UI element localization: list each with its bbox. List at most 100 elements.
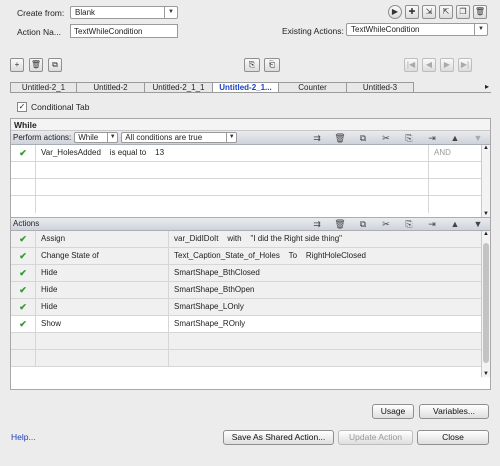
action-type: Assign [36, 231, 169, 247]
paste-tab-alt-icon[interactable]: ⎗ [264, 58, 280, 72]
action-row[interactable]: ✔ Hide SmartShape_BthOpen [11, 282, 481, 299]
chevron-down-icon: ▼ [107, 133, 117, 142]
tab-toolbar-center: ⎘ ⎗ [244, 58, 280, 72]
update-action-button[interactable]: Update Action [338, 430, 413, 445]
delete-row-icon[interactable]: 🗑 [334, 132, 346, 144]
insert-row-icon[interactable]: ⇉ [311, 218, 323, 230]
actions-grid: ✔ Assign var_DidIDoIt with "I did the Ri… [11, 231, 490, 377]
tab-toolbar-left: + 🗑 ⧉ [10, 58, 62, 72]
action-target: SmartShape_ROnly [174, 319, 246, 328]
copy-row-icon[interactable]: ⧉ [357, 218, 369, 230]
insert-below-icon[interactable]: ⇥ [426, 218, 438, 230]
save-shared-action-button[interactable]: Save As Shared Action... [223, 430, 334, 445]
existing-actions-label: Existing Actions: [282, 26, 344, 36]
scroll-up-icon[interactable]: ▲ [483, 231, 489, 237]
usage-button[interactable]: Usage [372, 404, 414, 419]
action-name-input[interactable]: TextWhileCondition [70, 24, 178, 38]
condition-row-empty[interactable] [11, 162, 481, 179]
tab-untitled-2-1-active[interactable]: Untitled-2_1... [212, 82, 278, 93]
create-from-label: Create from: [17, 8, 65, 18]
action-type: Hide [36, 299, 169, 315]
variables-button[interactable]: Variables... [419, 404, 489, 419]
move-down-icon[interactable]: ▼ [472, 218, 484, 230]
last-tab-icon[interactable]: ▶| [458, 58, 472, 72]
condition-row[interactable]: ✔ Var_HolesAdded is equal to 13 AND [11, 145, 481, 162]
prev-tab-icon[interactable]: ◀ [422, 58, 436, 72]
insert-row-icon[interactable]: ⇉ [311, 132, 323, 144]
action-target: SmartShape_BthOpen [174, 285, 255, 294]
condition-operator: AND [434, 148, 451, 157]
top-toolbar: ▶ ✚ ⇲ ⇱ ❐ 🗑 [388, 5, 487, 19]
tab-counter[interactable]: Counter [278, 82, 346, 93]
cut-row-icon[interactable]: ✂ [380, 218, 392, 230]
tab-untitled-2-1-1[interactable]: Untitled-2_1_1 [144, 82, 212, 93]
import-icon[interactable]: ⇲ [422, 5, 436, 19]
close-button[interactable]: Close [417, 430, 489, 445]
action-row[interactable]: ✔ Hide SmartShape_LOnly [11, 299, 481, 316]
action-row-selected[interactable]: ✔ Show SmartShape_ROnly [11, 316, 481, 333]
tab-untitled-3[interactable]: Untitled-3 [346, 82, 414, 93]
condition-text: Var_HolesAdded is equal to 13 [36, 145, 429, 161]
conditional-tab-checkbox[interactable]: ✓ [17, 102, 27, 112]
first-tab-icon[interactable]: |◀ [404, 58, 418, 72]
existing-actions-select[interactable]: TextWhileCondition ▼ [346, 23, 488, 36]
action-row[interactable]: ✔ Change State of Text_Caption_State_of_… [11, 248, 481, 265]
add-tab-icon[interactable]: + [10, 58, 24, 72]
action-type: Change State of [36, 248, 169, 264]
next-tab-icon[interactable]: ▶ [440, 58, 454, 72]
conditions-scrollbar[interactable]: ▲ ▼ [481, 145, 490, 217]
copy-row-icon[interactable]: ⧉ [357, 132, 369, 144]
action-target: SmartShape_BthClosed [174, 268, 260, 277]
condition-row-empty[interactable] [11, 196, 481, 213]
add-icon[interactable]: ✚ [405, 5, 419, 19]
action-type: Hide [36, 265, 169, 281]
paste-row-icon[interactable]: ⎘ [403, 132, 415, 144]
action-target: Text_Caption_State_of_Holes To RightHole… [174, 251, 366, 260]
action-row[interactable]: ✔ Assign var_DidIDoIt with "I did the Ri… [11, 231, 481, 248]
delete-icon[interactable]: 🗑 [473, 5, 487, 19]
export-icon[interactable]: ⇱ [439, 5, 453, 19]
insert-below-icon[interactable]: ⇥ [426, 132, 438, 144]
delete-row-icon[interactable]: 🗑 [334, 218, 346, 230]
move-up-icon[interactable]: ▲ [449, 132, 461, 144]
perform-mode-value: While [78, 133, 99, 142]
help-link[interactable]: Help... [11, 432, 36, 442]
check-icon: ✔ [11, 316, 36, 332]
perform-mode-select[interactable]: While ▼ [74, 132, 119, 143]
paste-tab-icon[interactable]: ⎘ [244, 58, 260, 72]
action-tools: ⇉ 🗑 ⧉ ✂ ⎘ ⇥ ▲ ▼ [311, 218, 490, 230]
check-icon: ✔ [11, 248, 36, 264]
action-row-empty[interactable] [11, 333, 481, 350]
tab-untitled-2-1[interactable]: Untitled-2_1 [10, 82, 76, 93]
conditions-select[interactable]: All conditions are true ▼ [121, 132, 238, 143]
action-row[interactable]: ✔ Hide SmartShape_BthClosed [11, 265, 481, 282]
duplicate-icon[interactable]: ❐ [456, 5, 470, 19]
scroll-down-icon[interactable]: ▼ [483, 211, 489, 217]
tab-untitled-2[interactable]: Untitled-2 [76, 82, 144, 93]
action-name-label: Action Na... [17, 27, 61, 37]
play-icon[interactable]: ▶ [388, 5, 402, 19]
paste-row-icon[interactable]: ⎘ [403, 218, 415, 230]
chevron-down-icon: ▼ [164, 7, 177, 18]
conditions-list: ✔ Var_HolesAdded is equal to 13 AND [11, 145, 481, 217]
scroll-down-icon[interactable]: ▼ [483, 371, 489, 377]
scroll-thumb[interactable] [483, 243, 489, 363]
move-down-icon[interactable]: ▼ [472, 132, 484, 144]
scroll-up-icon[interactable]: ▲ [483, 145, 489, 151]
actions-scrollbar[interactable]: ▲ ▼ [481, 231, 490, 377]
copy-tab-icon[interactable]: ⧉ [48, 58, 62, 72]
action-type: Hide [36, 282, 169, 298]
action-type: Show [36, 316, 169, 332]
create-from-select[interactable]: Blank ▼ [70, 6, 178, 19]
action-row-empty[interactable] [11, 350, 481, 367]
cut-row-icon[interactable]: ✂ [380, 132, 392, 144]
check-icon: ✔ [11, 145, 36, 161]
action-target: var_DidIDoIt with "I did the Right side … [174, 234, 342, 243]
tab-overflow[interactable]: ▸ [414, 82, 491, 93]
move-up-icon[interactable]: ▲ [449, 218, 461, 230]
perform-actions-label: Perform actions: [13, 132, 72, 142]
condition-row-empty[interactable] [11, 179, 481, 196]
actions-list: ✔ Assign var_DidIDoIt with "I did the Ri… [11, 231, 481, 377]
action-target: SmartShape_LOnly [174, 302, 244, 311]
delete-tab-icon[interactable]: 🗑 [29, 58, 43, 72]
